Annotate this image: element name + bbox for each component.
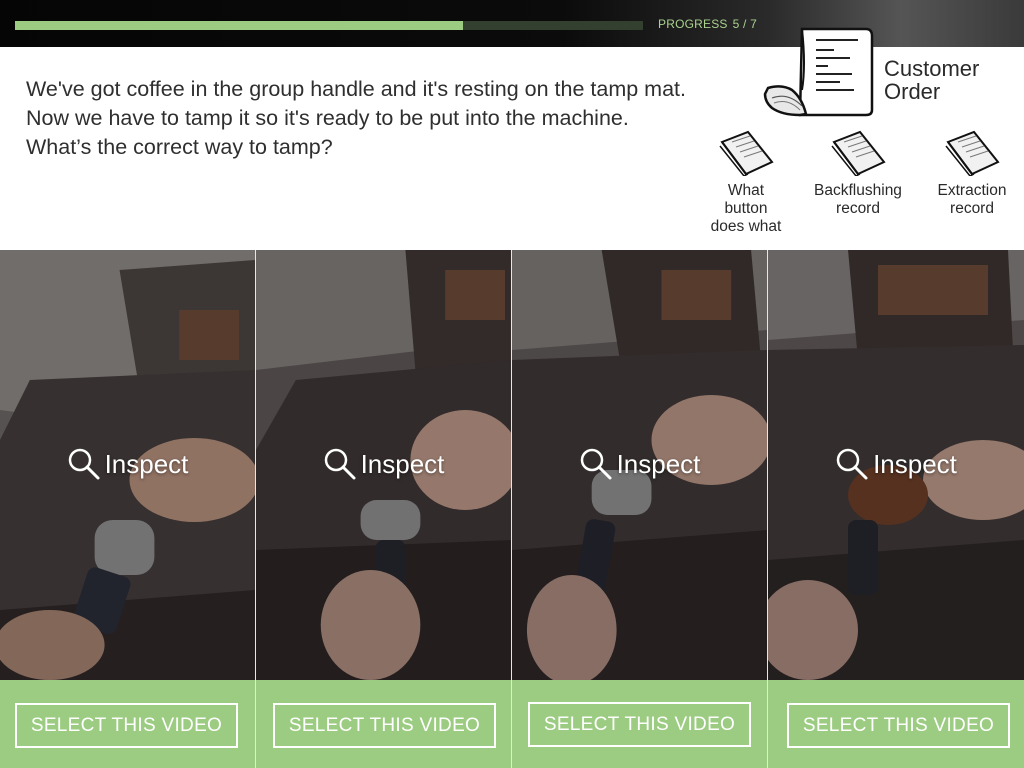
doc-label: What button does what xyxy=(696,182,796,236)
select-video-button[interactable]: SELECT THIS VIDEO xyxy=(15,703,238,748)
inspect-button[interactable]: Inspect xyxy=(768,446,1024,482)
inspect-label: Inspect xyxy=(360,448,445,479)
question-line: Now we have to tamp it so it's ready to … xyxy=(26,106,629,130)
video-panel-1[interactable]: Inspect xyxy=(0,250,256,680)
magnifier-icon xyxy=(836,448,868,480)
inspect-button[interactable]: Inspect xyxy=(256,446,511,482)
inspect-button[interactable]: Inspect xyxy=(512,446,767,482)
video-panel-2[interactable]: Inspect xyxy=(256,250,512,680)
magnifier-icon xyxy=(580,448,612,480)
inspect-label: Inspect xyxy=(616,448,701,479)
doc-label-line: record xyxy=(836,200,880,217)
select-video-button[interactable]: SELECT THIS VIDEO xyxy=(528,702,751,747)
doc-label-line: Extraction xyxy=(937,182,1007,199)
progress-count: 5 / 7 xyxy=(732,17,757,31)
inspect-label: Inspect xyxy=(104,448,189,479)
select-video-button[interactable]: SELECT THIS VIDEO xyxy=(787,703,1010,748)
question-line: What’s the correct way to tamp? xyxy=(26,135,333,159)
customer-order-line: Customer xyxy=(884,56,980,81)
select-area-4: SELECT THIS VIDEO xyxy=(768,680,1024,768)
customer-order-line: Order xyxy=(884,79,941,104)
magnifier-icon xyxy=(324,448,356,480)
select-video-button[interactable]: SELECT THIS VIDEO xyxy=(273,703,496,748)
inspect-button[interactable]: Inspect xyxy=(0,446,255,482)
inspect-label: Inspect xyxy=(873,448,957,479)
doc-label: Backflushing record xyxy=(808,182,908,218)
doc-what-button-does-what[interactable]: What button does what xyxy=(696,130,796,236)
progress-indicator: PROGRESS 5 / 7 xyxy=(658,17,757,31)
paper-slip-icon xyxy=(831,130,886,176)
progress-track xyxy=(15,21,643,30)
receipt-icon xyxy=(763,27,874,117)
doc-extraction-record[interactable]: Extraction record xyxy=(922,130,1022,218)
customer-order-button[interactable]: Customer Order xyxy=(762,26,1012,118)
doc-label-line: record xyxy=(950,200,994,217)
select-area-3: SELECT THIS VIDEO xyxy=(512,680,768,768)
select-area-1: SELECT THIS VIDEO xyxy=(0,680,256,768)
doc-label-line: Backflushing xyxy=(814,182,902,199)
video-panel-3[interactable]: Inspect xyxy=(512,250,768,680)
doc-label-line: does what xyxy=(710,218,782,235)
doc-label-line: button xyxy=(724,200,768,217)
select-area-2: SELECT THIS VIDEO xyxy=(256,680,512,768)
question-line: We've got coffee in the group handle and… xyxy=(26,77,686,101)
question-text: We've got coffee in the group handle and… xyxy=(26,75,706,162)
paper-slip-icon xyxy=(945,130,1000,176)
progress-fill xyxy=(15,21,464,30)
magnifier-icon xyxy=(68,448,100,480)
customer-order-label: Customer Order xyxy=(884,57,979,103)
video-panel-4[interactable]: Inspect xyxy=(768,250,1024,680)
doc-label: Extraction record xyxy=(922,182,1022,218)
progress-label: PROGRESS xyxy=(658,17,728,31)
doc-backflushing-record[interactable]: Backflushing record xyxy=(808,130,908,218)
paper-slip-icon xyxy=(719,130,774,176)
doc-label-line: What xyxy=(727,182,765,199)
